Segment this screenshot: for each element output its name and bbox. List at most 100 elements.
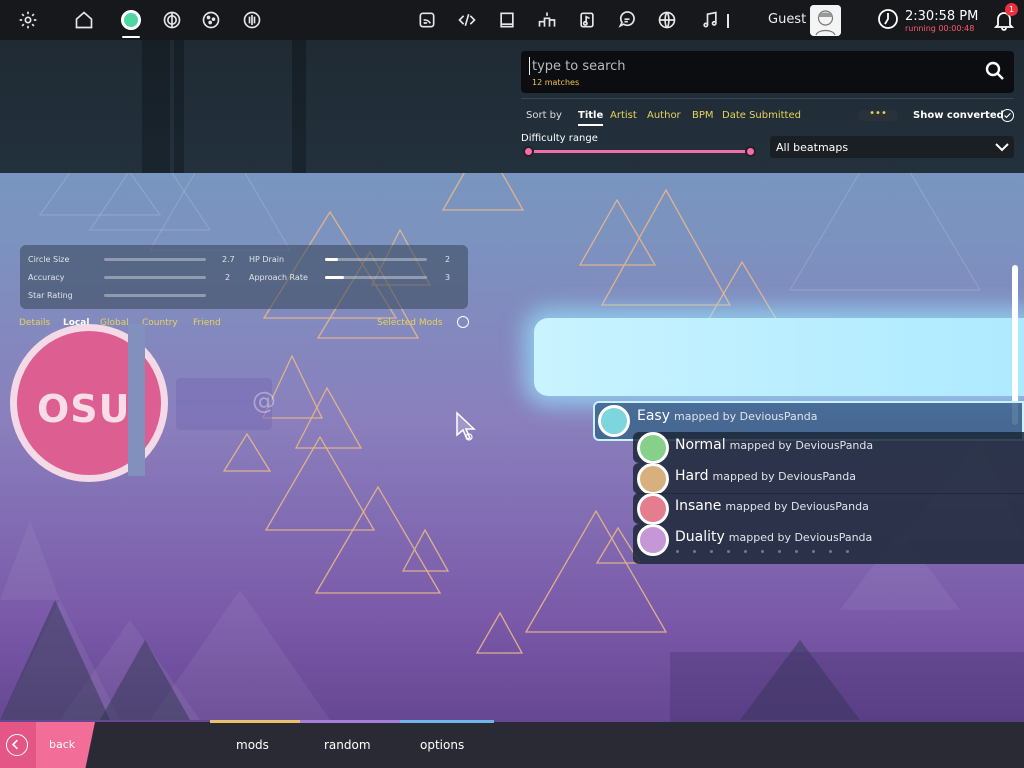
random-button[interactable]: random xyxy=(324,738,371,752)
stat-label-accuracy: Accuracy xyxy=(28,273,65,282)
clock-time[interactable]: 2:30:58 PM xyxy=(905,9,978,24)
header-stripe xyxy=(142,40,170,173)
ruleset-active-indicator xyxy=(122,36,140,38)
selected-mods-label[interactable]: Selected Mods xyxy=(377,318,443,328)
difficulty-panel-hard[interactable]: Hard mapped by DeviousPanda xyxy=(633,463,1024,495)
difficulty-label: Normal mapped by DeviousPanda xyxy=(675,437,873,453)
tab-country[interactable]: Country xyxy=(142,318,178,328)
difficulty-range-max-handle[interactable] xyxy=(745,146,756,157)
stat-value-approach-rate: 3 xyxy=(445,273,451,282)
panel-dots-decoration xyxy=(676,550,876,554)
difficulty-mapper: mapped by DeviousPanda xyxy=(674,410,818,423)
stat-value-accuracy: 2 xyxy=(225,273,231,282)
ghost-at-icon: @ xyxy=(252,387,276,415)
difficulty-panel-normal[interactable]: Normal mapped by DeviousPanda xyxy=(633,432,1024,464)
difficulty-icon xyxy=(637,432,669,464)
ruleset-catch-icon[interactable] xyxy=(199,8,223,32)
show-converted-label[interactable]: Show converted xyxy=(913,110,1004,121)
difficulty-mapper: mapped by DeviousPanda xyxy=(712,470,856,483)
difficulty-name: Easy xyxy=(637,408,671,424)
logo-overlay-strip xyxy=(128,324,145,476)
stat-label-approach-rate: Approach Rate xyxy=(249,273,308,282)
clock-icon xyxy=(877,8,899,30)
news-icon[interactable] xyxy=(415,8,439,32)
notification-count-badge: 1 xyxy=(1005,3,1018,16)
stat-bar-accuracy xyxy=(104,276,206,279)
sort-label: Sort by xyxy=(526,110,562,121)
social-icon[interactable] xyxy=(655,8,679,32)
avatar[interactable] xyxy=(810,5,841,36)
sort-more-button[interactable]: ••• xyxy=(858,109,898,121)
tab-friend[interactable]: Friend xyxy=(193,318,221,328)
user-name[interactable]: Guest xyxy=(768,12,806,27)
sort-tab-date-submitted[interactable]: Date Submitted xyxy=(722,110,801,121)
difficulty-panel-duality[interactable]: Duality mapped by DeviousPanda xyxy=(633,524,1024,564)
header-stripe xyxy=(292,40,306,173)
difficulty-range-track[interactable] xyxy=(527,150,751,153)
footer-bar xyxy=(0,722,1024,768)
stat-fill xyxy=(325,258,339,261)
footer-accent-strip xyxy=(210,720,300,723)
wiki-icon[interactable] xyxy=(495,8,519,32)
stat-label-star-rating: Star Rating xyxy=(28,291,73,300)
beatmap-set-panel-selected[interactable] xyxy=(534,318,1024,396)
difficulty-icon xyxy=(598,405,630,437)
tab-details[interactable]: Details xyxy=(19,318,50,328)
difficulty-label: Easy mapped by DeviousPanda xyxy=(637,408,817,424)
show-converted-checkbox[interactable] xyxy=(1001,109,1014,122)
search-box: 12 matches xyxy=(521,51,1014,93)
filter-divider xyxy=(521,98,1014,99)
stat-bar-hp-drain xyxy=(325,258,427,261)
ruleset-taiko-icon[interactable] xyxy=(160,8,184,32)
stat-label-hp-drain: HP Drain xyxy=(249,255,285,264)
back-arrow-icon[interactable] xyxy=(6,734,28,756)
music-icon[interactable] xyxy=(698,8,722,32)
footer-accent-strip xyxy=(300,720,400,723)
options-button[interactable]: options xyxy=(420,738,464,752)
difficulty-range-label: Difficulty range xyxy=(521,133,598,144)
difficulty-icon xyxy=(637,463,669,495)
sort-tab-author[interactable]: Author xyxy=(647,110,681,121)
difficulty-label: Hard mapped by DeviousPanda xyxy=(675,468,856,484)
beatmap-collection-value: All beatmaps xyxy=(776,141,849,154)
difficulty-icon xyxy=(637,493,669,525)
beatmap-listing-icon[interactable] xyxy=(575,8,599,32)
stat-value-hp-drain: 2 xyxy=(445,255,451,264)
search-input[interactable] xyxy=(529,57,969,75)
back-label[interactable]: back xyxy=(49,738,75,751)
home-icon[interactable] xyxy=(72,8,96,32)
search-icon[interactable] xyxy=(985,61,1005,81)
difficulty-name: Normal xyxy=(675,437,726,453)
mods-button[interactable]: mods xyxy=(236,738,269,752)
stat-label-circle-size: Circle Size xyxy=(28,255,70,264)
difficulty-mapper: mapped by DeviousPanda xyxy=(725,500,869,513)
sort-tab-artist[interactable]: Artist xyxy=(610,110,637,121)
stat-bar-star-rating xyxy=(104,294,206,297)
difficulty-label: Duality mapped by DeviousPanda xyxy=(675,529,872,545)
difficulty-name: Duality xyxy=(675,529,725,545)
selected-mods-toggle[interactable] xyxy=(457,316,469,328)
toolbar-separator xyxy=(727,14,729,28)
difficulty-mapper: mapped by DeviousPanda xyxy=(728,531,873,544)
sort-tab-title[interactable]: Title xyxy=(578,110,604,126)
top-toolbar: Guest 2:30:58 PM running 00:00:48 1 xyxy=(0,0,1024,40)
beatmap-collection-dropdown[interactable]: All beatmaps xyxy=(770,136,1014,158)
difficulty-mapper: mapped by DeviousPanda xyxy=(729,439,874,452)
osu-logo-text: OSU xyxy=(37,387,131,431)
changelog-icon[interactable] xyxy=(455,8,479,32)
chevron-down-icon xyxy=(995,143,1009,152)
difficulty-panel-insane[interactable]: Insane mapped by DeviousPanda xyxy=(633,493,1024,525)
footer-accent-strip xyxy=(400,720,494,723)
stat-bar-circle-size xyxy=(104,258,206,261)
rankings-icon[interactable] xyxy=(535,8,559,32)
stat-bar-approach-rate xyxy=(325,276,427,279)
difficulty-range-min-handle[interactable] xyxy=(523,146,534,157)
sort-tab-bpm[interactable]: BPM xyxy=(692,110,714,121)
ruleset-osu-icon[interactable] xyxy=(119,8,143,32)
ruleset-mania-icon[interactable] xyxy=(240,8,264,32)
search-match-count: 12 matches xyxy=(532,78,580,87)
difficulty-label: Insane mapped by DeviousPanda xyxy=(675,498,869,514)
chat-icon[interactable] xyxy=(615,8,639,32)
settings-icon[interactable] xyxy=(16,8,40,32)
mouse-cursor-icon xyxy=(456,411,476,441)
